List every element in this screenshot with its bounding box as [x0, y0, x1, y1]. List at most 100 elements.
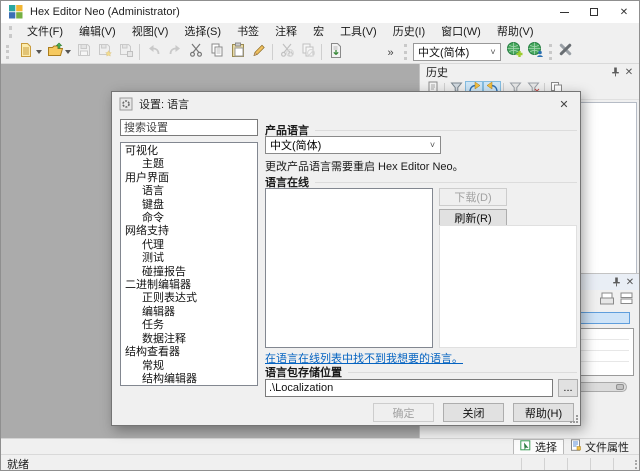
tree-item[interactable]: 代理: [121, 239, 257, 252]
cut-button[interactable]: [185, 42, 206, 62]
statusbar-separator: [613, 458, 614, 470]
dialog-resize-grip[interactable]: [570, 415, 578, 423]
download-button[interactable]: 下载(D): [439, 188, 507, 206]
dropdown-arrow-icon[interactable]: [36, 50, 42, 54]
language-description-box: [439, 225, 577, 348]
dialog-close-button2[interactable]: 关闭: [443, 403, 504, 422]
save-button[interactable]: [73, 42, 94, 62]
menu-item-10[interactable]: 帮助(V): [489, 23, 542, 41]
pages-icon[interactable]: [619, 292, 635, 306]
menu-item-3[interactable]: 选择(S): [176, 23, 229, 41]
save-as-button[interactable]: [115, 42, 136, 62]
pin-icon[interactable]: [608, 65, 622, 79]
menu-item-2[interactable]: 视图(V): [124, 23, 177, 41]
ok-button[interactable]: 确定: [373, 403, 434, 422]
tree-item[interactable]: 网络支持: [121, 225, 257, 238]
app-window: Hex Editor Neo (Administrator) ✕ 文件(F)编辑…: [0, 0, 640, 471]
menu-item-7[interactable]: 工具(V): [332, 23, 385, 41]
online-language-list[interactable]: [265, 188, 433, 348]
account-globe-button[interactable]: [525, 42, 546, 62]
menu-item-0[interactable]: 文件(F): [19, 23, 71, 41]
menu-item-9[interactable]: 窗口(W): [433, 23, 489, 41]
slider-knob[interactable]: [616, 384, 624, 390]
download-language-globe-button[interactable]: [504, 42, 525, 62]
menu-item-6[interactable]: 宏: [305, 23, 332, 41]
account-globe-icon: [527, 41, 544, 63]
window-resize-grip[interactable]: [625, 460, 637, 471]
tab-selection[interactable]: 选择: [513, 439, 564, 454]
tab-label: 文件属性: [585, 439, 629, 455]
minimize-icon: [560, 12, 569, 13]
maximize-button[interactable]: [579, 1, 609, 23]
tree-item[interactable]: 结构编辑器: [121, 373, 257, 386]
undo-button[interactable]: [143, 42, 164, 62]
close-button[interactable]: ✕: [609, 1, 639, 23]
save-all-button[interactable]: [94, 42, 115, 62]
overflow-chevron-button[interactable]: »: [380, 42, 401, 62]
cut-selection-icon: [279, 42, 295, 63]
close-icon: ✕: [559, 98, 568, 111]
new-file-button[interactable]: [15, 42, 36, 62]
tree-item[interactable]: 任务: [121, 319, 257, 332]
tree-item[interactable]: 二进制编辑器: [121, 279, 257, 292]
redo-button[interactable]: [164, 42, 185, 62]
tree-item[interactable]: 常规: [121, 360, 257, 373]
tree-item[interactable]: 语言: [121, 185, 257, 198]
dialog-close-button[interactable]: ✕: [549, 93, 579, 115]
file-properties-tab-icon: [570, 439, 582, 454]
tree-item[interactable]: 编辑器: [121, 306, 257, 319]
title-bar: Hex Editor Neo (Administrator) ✕: [1, 1, 639, 23]
selection-tab-icon: [520, 440, 532, 455]
product-language-combo[interactable]: 中文(简体) ˅: [265, 136, 441, 154]
pin-icon[interactable]: [609, 275, 623, 289]
statusbar-separator: [544, 458, 545, 470]
bottom-tab-strip: 选择 文件属性: [1, 438, 639, 454]
menu-item-5[interactable]: 注释: [267, 23, 305, 41]
tree-item[interactable]: 碰撞报告: [121, 266, 257, 279]
page-icon[interactable]: [599, 292, 615, 306]
statusbar-separator: [590, 458, 591, 470]
menu-item-8[interactable]: 历史(I): [385, 23, 433, 41]
tools-button[interactable]: [555, 42, 576, 62]
tree-item[interactable]: 用户界面: [121, 172, 257, 185]
save-all-icon: [97, 42, 113, 63]
save-icon: [76, 42, 92, 63]
copy-button[interactable]: [206, 42, 227, 62]
tree-item[interactable]: 命令: [121, 212, 257, 225]
restart-note: 更改产品语言需要重启 Hex Editor Neo。: [265, 158, 464, 174]
toolbar-language-combo[interactable]: 中文(简体)˅: [413, 43, 501, 61]
tab-file-properties[interactable]: 文件属性: [564, 439, 635, 454]
menu-bar: 文件(F)编辑(V)视图(V)选择(S)书签注释宏工具(V)历史(I)窗口(W)…: [1, 23, 639, 41]
tree-item[interactable]: 结构查看器: [121, 346, 257, 359]
settings-tree[interactable]: 可视化主题用户界面语言键盘命令网络支持代理测试碰撞报告二进制编辑器正则表达式编辑…: [120, 142, 258, 386]
edit-pencil-button[interactable]: [248, 42, 269, 62]
copy-selection-button[interactable]: [297, 42, 318, 62]
dialog-title-bar: 设置: 语言 ✕: [112, 92, 580, 116]
download-language-globe-icon: [506, 41, 523, 63]
export-document-button[interactable]: [325, 42, 346, 62]
toolbar-separator: [272, 44, 273, 60]
dropdown-arrow-icon[interactable]: [65, 50, 71, 54]
paste-icon: [230, 42, 246, 63]
menu-item-4[interactable]: 书签: [229, 23, 267, 41]
menu-item-1[interactable]: 编辑(V): [71, 23, 124, 41]
close-panel-icon[interactable]: ✕: [622, 65, 636, 79]
tree-item[interactable]: 正则表达式: [121, 292, 257, 305]
minimize-button[interactable]: [549, 1, 579, 23]
tree-item[interactable]: 可视化: [121, 145, 257, 158]
close-icon: ✕: [620, 7, 628, 18]
close-panel-icon[interactable]: ✕: [623, 275, 637, 289]
tree-item[interactable]: 键盘: [121, 199, 257, 212]
storage-path-input[interactable]: [265, 379, 553, 397]
cut-selection-button[interactable]: [276, 42, 297, 62]
tree-item[interactable]: 测试: [121, 252, 257, 265]
help-button[interactable]: 帮助(H): [513, 403, 574, 422]
open-folder-button[interactable]: [44, 42, 65, 62]
tree-item[interactable]: 数据注释: [121, 333, 257, 346]
settings-search-input[interactable]: [120, 119, 258, 136]
edit-pencil-icon: [251, 42, 267, 63]
browse-button[interactable]: ...: [558, 379, 578, 397]
tree-item[interactable]: 主题: [121, 158, 257, 171]
paste-button[interactable]: [227, 42, 248, 62]
export-document-icon: [328, 42, 344, 63]
